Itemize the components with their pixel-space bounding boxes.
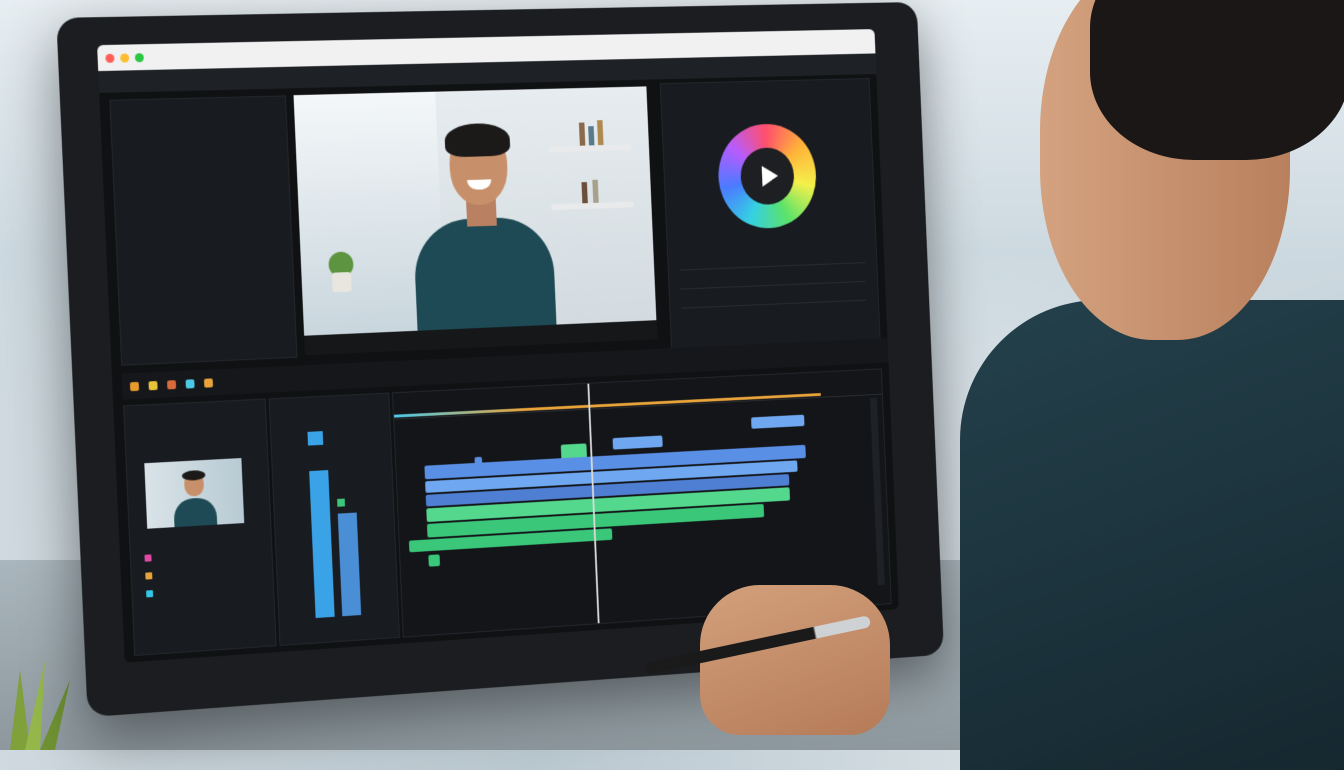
- panel-row[interactable]: [679, 262, 866, 282]
- level-meter: [307, 431, 324, 446]
- editor-person: [960, 0, 1344, 770]
- frame-plant: [328, 251, 354, 293]
- close-icon[interactable]: [105, 53, 115, 63]
- clip-thumbnail[interactable]: [144, 458, 245, 529]
- plant-icon: [10, 660, 70, 750]
- hand: [700, 585, 890, 735]
- bin-item[interactable]: [146, 590, 159, 598]
- minimize-icon[interactable]: [120, 52, 130, 63]
- maximize-icon[interactable]: [134, 52, 144, 62]
- tool-icon[interactable]: [148, 380, 158, 390]
- frame-book: [578, 122, 586, 146]
- frame-book: [597, 120, 604, 146]
- level-meter: [309, 470, 335, 619]
- play-button[interactable]: [739, 146, 796, 206]
- bin-color-swatch: [145, 572, 153, 580]
- tool-icon[interactable]: [185, 378, 195, 389]
- video-subject: [409, 122, 557, 336]
- panel-row[interactable]: [681, 299, 868, 321]
- timeline-clip[interactable]: [428, 554, 441, 567]
- bin-color-swatch: [146, 590, 154, 598]
- viewer-control-2[interactable]: [651, 325, 652, 338]
- color-wheel[interactable]: [716, 122, 819, 230]
- timeline-clip[interactable]: [612, 435, 663, 450]
- frame-shelf: [548, 144, 632, 153]
- bin-color-swatch: [144, 554, 152, 562]
- timeline-clip[interactable]: [751, 414, 805, 429]
- level-meter: [337, 498, 346, 507]
- play-icon: [761, 165, 779, 187]
- tool-icon[interactable]: [166, 379, 177, 389]
- source-panel: [109, 95, 298, 366]
- level-meter: [337, 512, 362, 617]
- editor-window: [97, 29, 899, 663]
- frame-book: [581, 182, 588, 204]
- tool-icon[interactable]: [203, 377, 214, 388]
- frame-book: [588, 126, 595, 146]
- video-frame: [293, 86, 657, 336]
- project-panel: [123, 398, 277, 657]
- viewer-control-3[interactable]: [657, 325, 658, 338]
- color-panel: [659, 77, 881, 352]
- bin-item[interactable]: [144, 554, 157, 562]
- timeline-scrollbar[interactable]: [869, 397, 885, 586]
- panel-row[interactable]: [680, 280, 867, 301]
- program-monitor[interactable]: [293, 86, 658, 356]
- viewer-control-1[interactable]: [646, 325, 647, 338]
- bin-item[interactable]: [145, 572, 158, 580]
- audio-mixer: [268, 392, 400, 647]
- frame-book: [592, 179, 599, 203]
- tool-icon[interactable]: [129, 381, 140, 391]
